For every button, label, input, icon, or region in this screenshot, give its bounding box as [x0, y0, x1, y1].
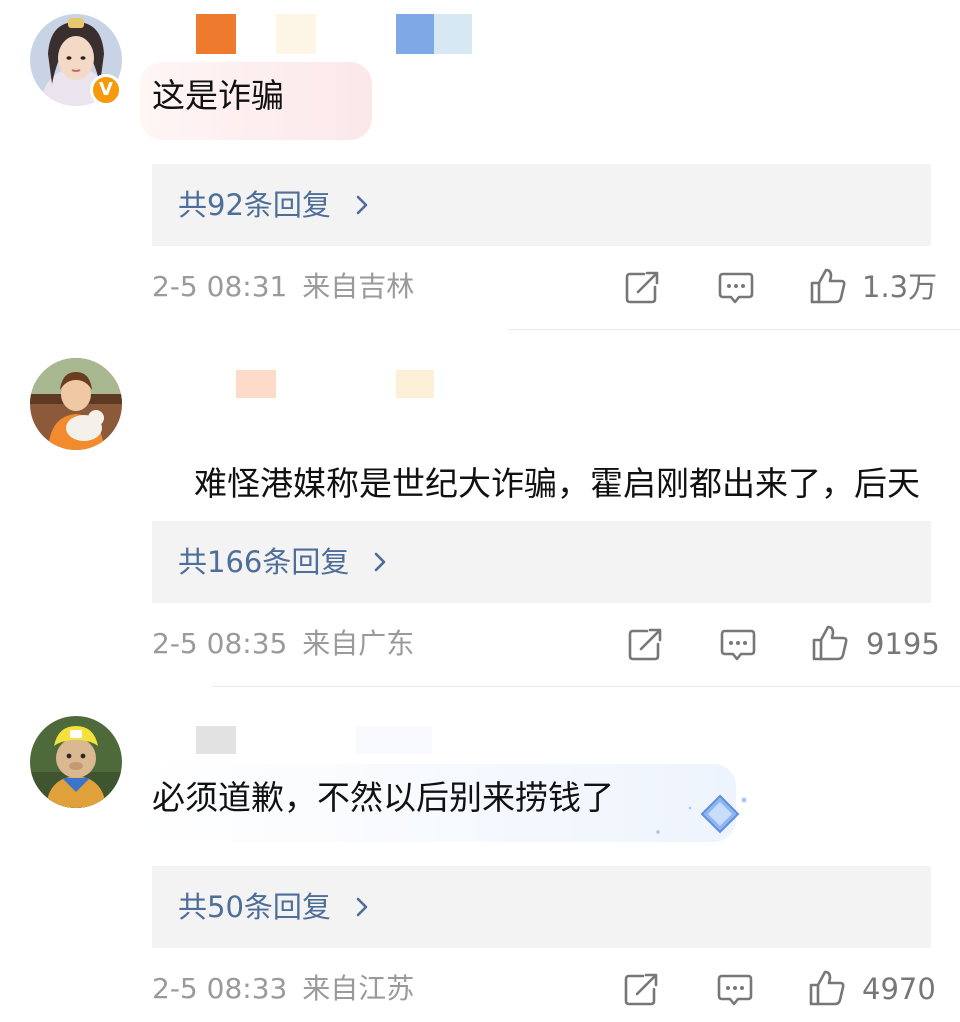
share-icon[interactable] [623, 972, 661, 1008]
like-icon[interactable] [810, 623, 850, 663]
chevron-right-icon [356, 195, 368, 215]
comment-meta: 2-5 08:31 来自吉林 [152, 267, 414, 307]
view-replies-button[interactable]: 共166条回复 [152, 521, 931, 603]
like-icon[interactable] [808, 266, 848, 306]
view-replies-button[interactable]: 共92条回复 [152, 164, 931, 246]
chevron-right-icon [356, 897, 368, 917]
like-count: 9195 [866, 627, 940, 661]
comment-icon[interactable] [717, 270, 755, 306]
comment-time: 2-5 08:31 [152, 270, 288, 303]
share-icon[interactable] [627, 627, 665, 663]
comment-item: V 这是诈骗 共92条回复 2-5 08:31 来自吉林 1.3万 [0, 0, 960, 330]
verified-badge-icon: V [90, 74, 122, 106]
comment-location: 来自吉林 [302, 270, 415, 303]
diamond-sticker-icon [656, 794, 747, 834]
chevron-right-icon [374, 552, 386, 572]
comment-text: 这是诈骗 [152, 76, 284, 115]
comment-icon[interactable] [719, 627, 757, 663]
avatar[interactable] [30, 716, 122, 808]
view-replies-button[interactable]: 共50条回复 [152, 866, 931, 948]
comment-time: 2-5 08:35 [152, 627, 288, 660]
comment-item: 必须道歉，不然以后别来捞钱了 共50条回复 2-5 08:33 来自江苏 497… [0, 686, 960, 1022]
share-icon[interactable] [624, 270, 662, 306]
comment-item: 难怪港媒称是世纪大诈骗，霍启刚都出来了，后天在日本的友谊赛，可能就伤好了 共16… [0, 330, 960, 687]
comment-meta: 2-5 08:33 来自江苏 [152, 969, 414, 1009]
comment-location: 来自广东 [302, 627, 415, 660]
comment-location: 来自江苏 [302, 972, 415, 1005]
comment-time: 2-5 08:33 [152, 972, 288, 1005]
avatar[interactable] [30, 358, 122, 450]
comment-icon[interactable] [716, 972, 754, 1008]
reply-count-label: 共92条回复 [178, 188, 331, 222]
like-count: 4970 [862, 972, 936, 1006]
reply-count-label: 共166条回复 [178, 545, 350, 579]
comment-meta: 2-5 08:35 来自广东 [152, 624, 414, 664]
comment-text: 必须道歉，不然以后别来捞钱了 [152, 778, 614, 817]
like-icon[interactable] [807, 968, 847, 1008]
like-count: 1.3万 [862, 270, 938, 304]
reply-count-label: 共50条回复 [178, 890, 331, 924]
